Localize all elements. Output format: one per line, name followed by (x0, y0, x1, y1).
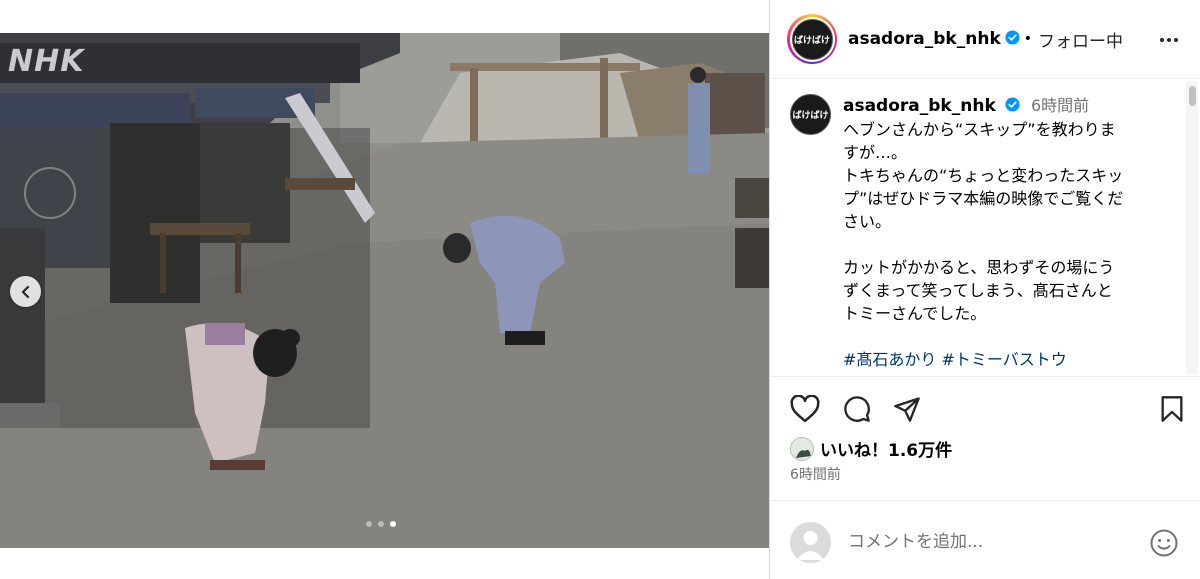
caption-hashtags[interactable]: #髙石あかり #トミーバストウ (843, 348, 1173, 371)
post-side-panel: ばけばけ asadora_bk_nhk • フォロー中 ばけばけ asadora… (769, 0, 1200, 579)
more-options-button[interactable] (1159, 28, 1179, 47)
comment-input[interactable] (848, 532, 1128, 552)
send-icon (894, 397, 920, 422)
caption-avatar[interactable]: ばけばけ (790, 94, 831, 135)
carousel-prev-button[interactable] (10, 276, 41, 307)
save-button[interactable] (1159, 395, 1185, 427)
caption-line: すが…。 (843, 143, 908, 162)
caption-header: asadora_bk_nhk 6時間前 (843, 94, 1173, 118)
caption-line: ヘブンさんから“スキップ”を教わりま (843, 120, 1116, 139)
post-header: ばけばけ asadora_bk_nhk • フォロー中 (770, 0, 1200, 79)
divider (770, 500, 1200, 501)
verified-badge-icon (1005, 29, 1020, 49)
caption-line (843, 325, 1173, 348)
carousel-dot (366, 521, 372, 527)
caption-avatar-wrap: ばけばけ (790, 94, 831, 135)
liker-avatar[interactable] (790, 436, 814, 461)
comment-button[interactable] (842, 395, 872, 427)
comment-icon (844, 396, 870, 422)
smiley-icon (1150, 529, 1178, 557)
caption-line: カットがかかると、思わずその場にう (843, 258, 1115, 277)
avatar-border: ばけばけ (789, 16, 835, 62)
caption-scrollbar[interactable] (1186, 81, 1198, 374)
carousel-dot (378, 521, 384, 527)
liker-avatar-image (791, 437, 813, 460)
caption-line: ずくまって笑ってしまう、髙石さんと (843, 281, 1113, 300)
carousel-indicator (366, 521, 396, 527)
caption-time: 6時間前 (1030, 96, 1090, 115)
post-photo[interactable] (0, 33, 769, 548)
caption-line (843, 233, 1173, 256)
carousel-dot-active (390, 521, 396, 527)
chevron-left-icon (21, 285, 29, 298)
caption-line: さい。 (843, 212, 892, 231)
header-separator: • (1023, 31, 1033, 47)
emoji-button[interactable] (1149, 528, 1179, 562)
caption-username[interactable]: asadora_bk_nhk (843, 96, 996, 116)
likes-row: いいね！1.6万件 (790, 436, 952, 461)
divider (770, 376, 1200, 377)
current-user-avatar (790, 521, 831, 563)
caption-line: トミーさんでした。 (843, 304, 987, 323)
post-timestamp[interactable]: 6時間前 (790, 464, 841, 484)
photo-illustration (0, 33, 769, 548)
nhk-watermark: NHK (8, 44, 85, 79)
story-ring[interactable]: ばけばけ (787, 14, 837, 64)
avatar: ばけばけ (791, 18, 833, 60)
more-horizontal-icon (1160, 38, 1178, 42)
verified-badge-icon (1005, 95, 1020, 118)
default-user-icon (790, 521, 831, 563)
caption-scroll-area[interactable]: ばけばけ asadora_bk_nhk 6時間前 ヘブンさんから“スキップ”を教… (770, 80, 1200, 376)
instagram-post-view: NHK ばけばけ asadora_bk_nhk • フォロー中 ばけばけ asa… (0, 0, 1200, 579)
media-area: NHK (0, 0, 769, 579)
following-button[interactable]: フォロー中 (1038, 27, 1123, 52)
likes-count[interactable]: いいね！1.6万件 (820, 436, 952, 461)
scrollbar-thumb[interactable] (1189, 86, 1196, 106)
action-bar (790, 394, 1185, 427)
comment-bar (790, 521, 1185, 563)
share-button[interactable] (892, 395, 922, 427)
caption-line: トキちゃんの“ちょっと変わったスキッ (843, 166, 1124, 185)
caption-text: asadora_bk_nhk 6時間前 ヘブンさんから“スキップ”を教わりま す… (843, 94, 1173, 371)
heart-icon (790, 394, 820, 423)
like-button[interactable] (790, 394, 820, 427)
caption-line: プ”はぜひドラマ本編の映像でご覧くだ (843, 189, 1124, 208)
bookmark-icon (1161, 396, 1183, 422)
header-username[interactable]: asadora_bk_nhk (848, 29, 1001, 49)
